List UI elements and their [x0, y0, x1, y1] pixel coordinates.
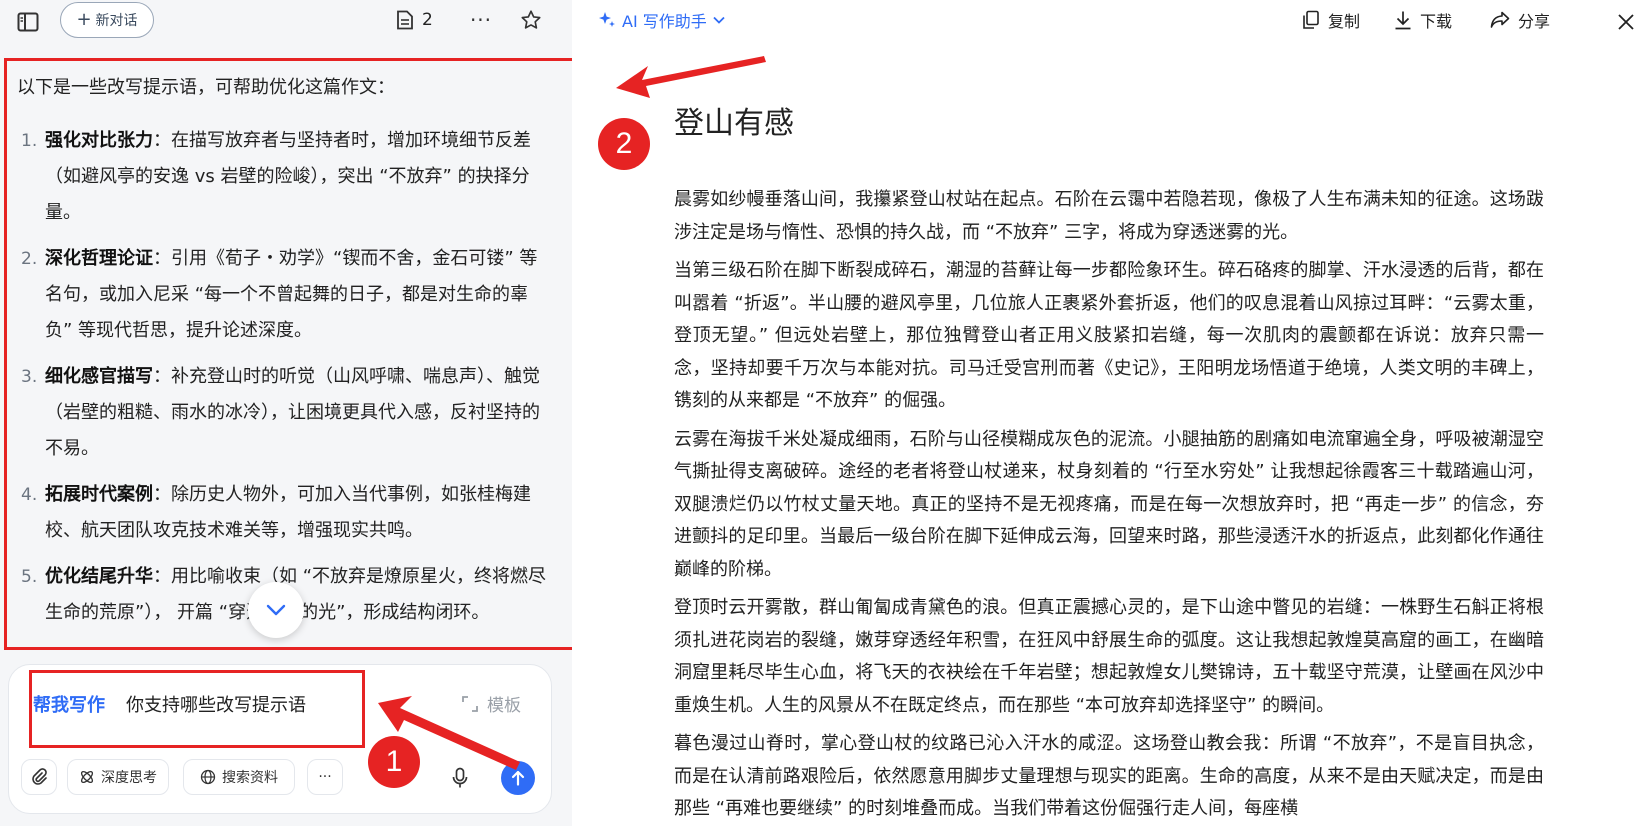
download-label: 下载	[1420, 12, 1453, 31]
expand-icon	[462, 695, 478, 712]
annotation-badge-1: 1	[368, 736, 420, 788]
more-tools-button[interactable]: ···	[307, 759, 343, 795]
copy-button[interactable]: 复制	[1302, 8, 1360, 32]
document-count-button[interactable]: 2	[396, 6, 433, 34]
list-number: 2.	[21, 249, 38, 269]
list-number: 5.	[21, 567, 38, 587]
assistant-message: 以下是一些改写提示语，可帮助优化这篇作文： 1. 强化对比张力：在描写放弃者与坚…	[4, 58, 578, 650]
document-paragraph: 晨雾如纱幔垂落山间，我攥紧登山杖站在起点。石阶在云霭中若隐若现，像极了人生布满未…	[674, 189, 1544, 243]
chat-topbar: + 新对话 2 ···	[0, 0, 572, 48]
deep-think-label: 深度思考	[101, 770, 157, 786]
writing-mode-tag[interactable]: 帮我写作	[33, 691, 105, 717]
ai-assistant-label: AI 写作助手	[622, 12, 707, 31]
document-paragraph: 云雾在海拔千米处凝成细雨，石阶与山径模糊成灰色的泥流。小腿抽筋的剧痛如电流窜遍全…	[674, 428, 1544, 580]
document-panel: AI 写作助手 复制 下载 分享 登山有感 晨雾如纱幔垂落山间，我攥紧登山杖站在…	[572, 0, 1645, 826]
document-icon	[397, 10, 413, 30]
atom-icon	[80, 770, 94, 784]
annotation-badge-2: 2	[598, 118, 650, 170]
list-item: 1. 强化对比张力：在描写放弃者与坚持者时，增加环境细节反差（如避风亭的安逸 v…	[21, 123, 561, 231]
copy-icon	[1303, 10, 1319, 29]
chevron-down-icon	[266, 604, 286, 616]
list-item: 3. 细化感官描写：补充登山时的听觉（山风呼啸、喘息声）、触觉（岩壁的粗糙、雨水…	[21, 359, 561, 467]
download-icon	[1395, 11, 1411, 30]
share-label: 分享	[1518, 12, 1551, 31]
chevron-down-icon	[713, 16, 725, 24]
document-title: 登山有感	[674, 106, 794, 141]
search-sources-button[interactable]: 搜索资料	[183, 759, 295, 795]
tips-list: 1. 强化对比张力：在描写放弃者与坚持者时，增加环境细节反差（如避风亭的安逸 v…	[21, 123, 561, 641]
document-count: 2	[422, 10, 433, 30]
tip-title: 深化哲理论证	[45, 248, 153, 269]
copy-label: 复制	[1328, 12, 1361, 31]
globe-icon	[200, 769, 216, 785]
star-icon[interactable]	[516, 6, 546, 34]
plus-icon: +	[76, 9, 92, 30]
template-button[interactable]: 模板	[461, 691, 521, 716]
deep-think-button[interactable]: 深度思考	[67, 759, 169, 795]
message-input[interactable]: 你支持哪些改写提示语	[126, 691, 306, 717]
download-button[interactable]: 下载	[1394, 8, 1452, 32]
arrow-up-icon	[511, 770, 525, 786]
new-chat-label: 新对话	[95, 13, 138, 29]
list-number: 1.	[21, 131, 38, 151]
document-paragraph: 登顶时云开雾散，群山匍匐成青黛色的浪。但真正震撼心灵的，是下山途中瞥见的岩缝：一…	[674, 597, 1544, 716]
new-chat-button[interactable]: + 新对话	[60, 2, 154, 38]
tip-title: 细化感官描写	[45, 366, 153, 387]
microphone-icon[interactable]	[445, 763, 475, 793]
more-options-icon[interactable]: ···	[466, 6, 496, 34]
ai-assistant-dropdown[interactable]: AI 写作助手	[598, 8, 725, 32]
tip-title: 优化结尾升华	[45, 566, 153, 587]
chat-panel: + 新对话 2 ··· 以下是一些改写提示语，可帮助优化这篇作文： 1. 强化对…	[0, 0, 578, 826]
template-label: 模板	[487, 696, 521, 716]
message-composer: 帮我写作 你支持哪些改写提示语 模板 深度思考 搜索资料 ···	[8, 664, 552, 814]
close-icon[interactable]	[1612, 8, 1640, 36]
sparkle-icon	[599, 12, 615, 27]
message-intro: 以下是一些改写提示语，可帮助优化这篇作文：	[17, 77, 395, 98]
tip-title: 强化对比张力	[45, 130, 153, 151]
scroll-down-button[interactable]	[248, 582, 304, 638]
share-button[interactable]: 分享	[1490, 8, 1550, 32]
document-body: 晨雾如纱幔垂落山间，我攥紧登山杖站在起点。石阶在云霭中若隐若现，像极了人生布满未…	[674, 184, 1544, 826]
list-item: 2. 深化哲理论证：引用《荀子・劝学》“锲而不舍，金石可镂” 等名句，或加入尼采…	[21, 241, 561, 349]
tip-title: 拓展时代案例	[45, 484, 153, 505]
document-paragraph: 当第三级石阶在脚下断裂成碎石，潮湿的苔藓让每一步都险象环生。碎石硌疼的脚掌、汗水…	[674, 260, 1544, 411]
sidebar-toggle-icon[interactable]	[14, 8, 42, 36]
share-icon	[1490, 11, 1510, 28]
paperclip-icon	[32, 768, 47, 785]
attach-button[interactable]	[21, 759, 57, 795]
search-sources-label: 搜索资料	[222, 770, 278, 786]
list-number: 4.	[21, 485, 38, 505]
document-paragraph: 暮色漫过山脊时，掌心登山杖的纹路已沁入汗水的咸涩。这场登山教会我：所谓 “不放弃…	[674, 733, 1544, 819]
list-item: 4. 拓展时代案例：除历史人物外，可加入当代事例，如张桂梅建校、航天团队攻克技术…	[21, 477, 561, 549]
send-button[interactable]	[501, 761, 535, 795]
list-number: 3.	[21, 367, 38, 387]
